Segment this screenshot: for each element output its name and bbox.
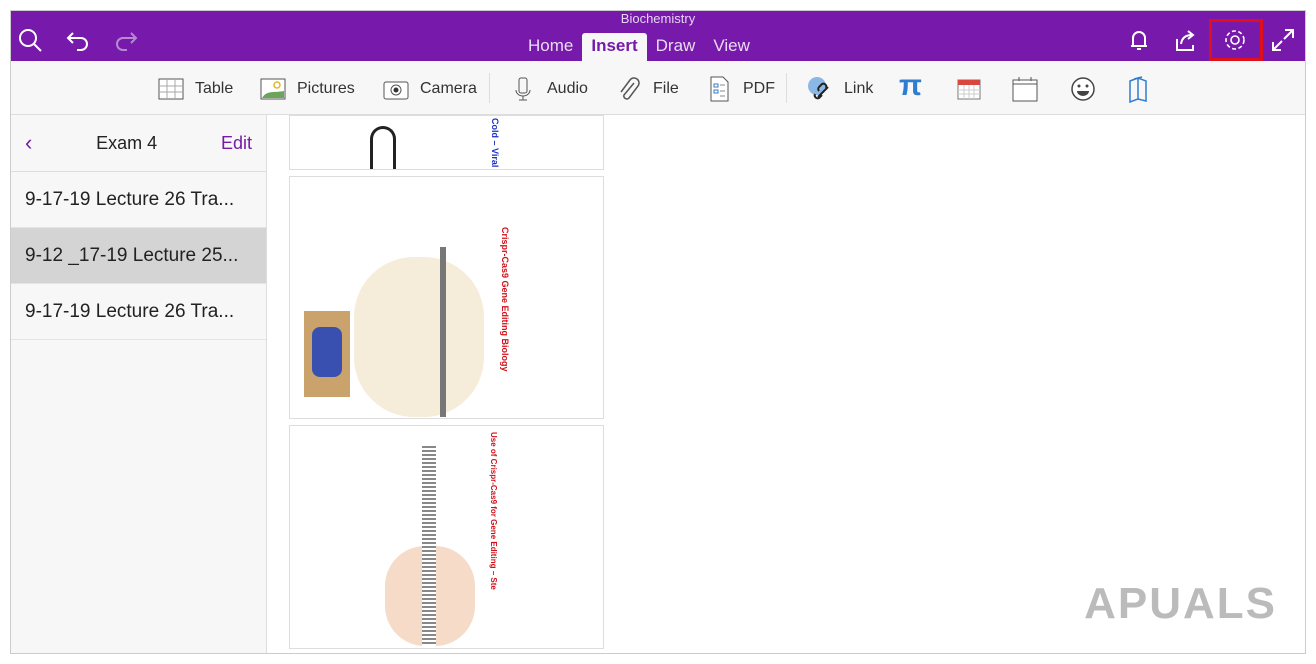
camera-label: Camera	[420, 80, 477, 98]
insert-pictures-button[interactable]: Pictures	[259, 75, 355, 103]
calendar-icon	[1011, 75, 1039, 103]
calendar-red-icon	[955, 75, 983, 103]
bell-icon[interactable]	[1126, 27, 1152, 53]
link-label: Link	[844, 80, 873, 98]
redo-icon[interactable]	[113, 27, 139, 53]
equation-button[interactable]: π	[899, 69, 922, 103]
tab-draw[interactable]: Draw	[647, 33, 705, 61]
watermark-logo: A​PUALS	[1084, 579, 1277, 629]
slide-image: Cold – Viral I	[289, 115, 604, 170]
undo-icon[interactable]	[65, 27, 91, 53]
slide-image: Use of Crispr-Cas9 for Gene Editing – St…	[289, 425, 604, 649]
onenote-window: Biochemistry Home Insert Draw View Table…	[10, 10, 1306, 654]
note-canvas[interactable]: Cold – Viral I Crispr-Cas9 Gene Editing …	[268, 115, 1305, 653]
settings-highlight-box	[1209, 19, 1263, 61]
books-icon	[1126, 75, 1154, 103]
expand-icon[interactable]	[1270, 27, 1296, 53]
pdf-label: PDF	[743, 80, 775, 98]
picture-icon	[259, 75, 287, 103]
ribbon-tabs: Home Insert Draw View	[519, 33, 759, 61]
edit-button[interactable]: Edit	[221, 133, 252, 154]
pi-icon: π	[899, 69, 922, 103]
table-label: Table	[195, 80, 233, 98]
camera-icon	[382, 75, 410, 103]
table-icon	[157, 75, 185, 103]
insert-sticker-button[interactable]	[1069, 75, 1097, 103]
slide-image: Crispr-Cas9 Gene Editing Biology	[289, 176, 604, 419]
insert-notebook-button[interactable]	[1126, 75, 1154, 103]
back-chevron-icon[interactable]: ‹	[25, 130, 32, 156]
insert-audio-button[interactable]: Audio	[509, 75, 588, 103]
tab-home[interactable]: Home	[519, 33, 582, 61]
paperclip-icon	[615, 75, 643, 103]
insert-pdf-button[interactable]: PDF	[705, 75, 775, 103]
page-item[interactable]: 9-17-19 Lecture 26 Tra...	[11, 284, 266, 340]
share-icon[interactable]	[1173, 27, 1199, 53]
insert-link-button[interactable]: Link	[806, 75, 873, 103]
audio-label: Audio	[547, 80, 588, 98]
section-title: Exam 4	[96, 133, 157, 154]
slide-title: Cold – Viral I	[490, 118, 500, 170]
insert-camera-button[interactable]: Camera	[382, 75, 477, 103]
pages-sidebar: ‹ Exam 4 Edit 9-17-19 Lecture 26 Tra... …	[11, 115, 267, 653]
microphone-icon	[509, 75, 537, 103]
file-label: File	[653, 80, 679, 98]
insert-date-button[interactable]	[955, 75, 983, 103]
tab-view[interactable]: View	[704, 33, 759, 61]
page-item[interactable]: 9-17-19 Lecture 26 Tra...	[11, 172, 266, 228]
smiley-icon	[1069, 75, 1097, 103]
page-item-selected[interactable]: 9-12 _17-19 Lecture 25...	[11, 228, 266, 284]
notebook-title: Biochemistry	[11, 11, 1305, 26]
insert-meeting-button[interactable]	[1011, 75, 1039, 103]
pictures-label: Pictures	[297, 80, 355, 98]
title-bar: Biochemistry Home Insert Draw View	[11, 11, 1305, 61]
slide-title: Crispr-Cas9 Gene Editing Biology	[500, 227, 510, 372]
insert-table-button[interactable]: Table	[157, 75, 233, 103]
pdf-icon	[705, 75, 733, 103]
tab-insert[interactable]: Insert	[582, 33, 646, 61]
insert-ribbon: Table Pictures Camera Audio File PDF Lin…	[11, 61, 1305, 115]
link-globe-icon	[806, 75, 834, 103]
insert-file-button[interactable]: File	[615, 75, 679, 103]
search-icon[interactable]	[17, 27, 43, 53]
slide-title: Use of Crispr-Cas9 for Gene Editing – St…	[488, 432, 498, 590]
